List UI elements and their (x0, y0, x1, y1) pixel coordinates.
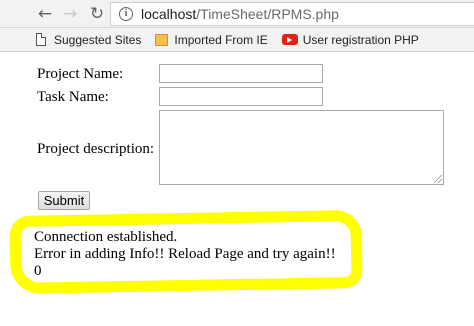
bookmark-label: User registration PHP (302, 32, 419, 47)
task-name-label: Task Name: (37, 89, 109, 105)
project-description-textarea[interactable] (159, 110, 444, 185)
output-connection-message: Connection established. (34, 229, 178, 245)
resize-grip-icon[interactable] (434, 175, 442, 183)
bookmark-user-registration-php[interactable]: User registration PHP (281, 32, 419, 47)
info-icon[interactable]: i (119, 7, 133, 21)
task-name-input[interactable] (159, 87, 323, 106)
output-error-message: Error in adding Info!! Reload Page and t… (34, 246, 336, 262)
bookmark-label: Suggested Sites (54, 32, 142, 47)
url-path: /TimeSheet/RPMS.php (196, 6, 339, 22)
page-icon (36, 33, 46, 46)
reload-icon[interactable]: ↻ (86, 3, 108, 25)
bookmark-imported-from-ie[interactable]: Imported From IE (155, 32, 268, 47)
back-arrow-icon[interactable]: ← (34, 3, 56, 25)
folder-icon (155, 33, 169, 46)
youtube-icon (281, 34, 298, 45)
bookmarks-bar: Suggested Sites Imported From IE User re… (0, 28, 474, 52)
output-result-value: 0 (34, 263, 42, 279)
browser-toolbar: ← → ↻ i localhost/TimeSheet/RPMS.php (0, 0, 474, 28)
url-host: localhost (141, 6, 197, 22)
project-name-input[interactable] (159, 64, 323, 83)
bookmark-suggested-sites[interactable]: Suggested Sites (36, 33, 141, 47)
address-bar[interactable]: i localhost/TimeSheet/RPMS.php (110, 2, 474, 26)
url-text[interactable]: localhost/TimeSheet/RPMS.php (141, 6, 339, 22)
bookmark-label: Imported From IE (174, 32, 268, 47)
project-name-label: Project Name: (37, 66, 124, 82)
forward-arrow-icon[interactable]: → (59, 3, 81, 25)
project-description-label: Project description: (37, 141, 155, 157)
submit-button[interactable]: Submit (38, 191, 90, 210)
